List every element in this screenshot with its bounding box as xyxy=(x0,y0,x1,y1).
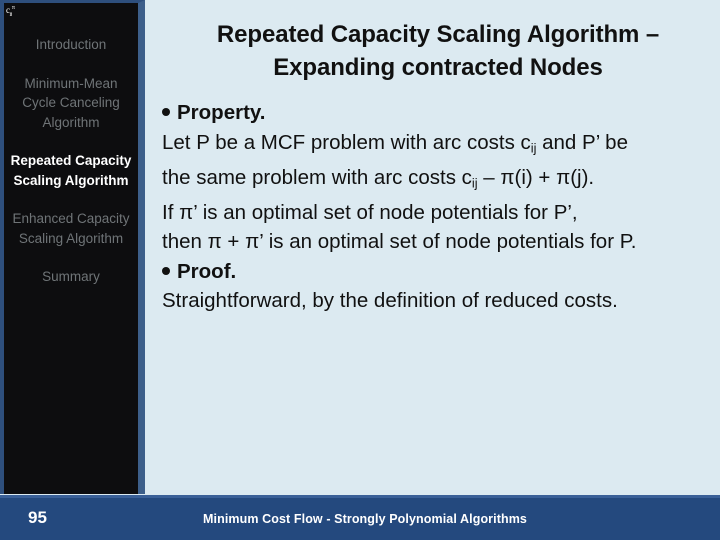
corner-mark-subscript: ij xyxy=(9,11,13,16)
page-title-line-1: Repeated Capacity Scaling Algorithm – xyxy=(216,21,660,48)
footer-bar: 95 Minimum Cost Flow - Strongly Polynomi… xyxy=(0,495,720,540)
proof-heading: Proof. xyxy=(162,257,714,287)
sidebar-item-repeated-capacity-scaling-algorithm[interactable]: Repeated Capacity Scaling Algorithm xyxy=(4,151,138,190)
corner-mark-superscript: π xyxy=(11,5,15,11)
bullet-icon xyxy=(162,108,170,117)
sidebar-nav: Introduction Minimum-Mean Cycle Cancelin… xyxy=(4,35,138,306)
proof-heading-label: Proof. xyxy=(177,259,237,283)
property-heading-label: Property. xyxy=(177,101,266,124)
sidebar-item-label: Minimum-Mean Cycle Canceling Algorithm xyxy=(22,75,120,130)
property-line-2-pre: the same problem with arc costs c xyxy=(162,165,472,189)
bullet-icon xyxy=(162,266,170,275)
slide-body: Property. Let P be a MCF problem with ar… xyxy=(162,98,714,316)
property-line-3: If π’ is an optimal set of node potentia… xyxy=(162,198,714,228)
sidebar-item-label: Enhanced Capacity Scaling Algorithm xyxy=(12,211,130,246)
sidebar-item-label: Introduction xyxy=(35,37,107,52)
footer-title: Minimum Cost Flow - Strongly Polynomial … xyxy=(203,512,527,526)
property-line-4: then π + π’ is an optimal set of node po… xyxy=(162,227,714,257)
sidebar: cijπ Introduction Minimum-Mean Cycle Can… xyxy=(0,0,145,494)
main-content: Repeated Capacity Scaling Algorithm – Ex… xyxy=(152,0,720,494)
slide-root: cijπ Introduction Minimum-Mean Cycle Can… xyxy=(0,0,720,540)
page-title-line-2: Expanding contracted Nodes xyxy=(273,54,603,81)
corner-notation-mark: cijπ xyxy=(6,3,40,16)
proof-line-1-pre: Straightforward, by the definition of re… xyxy=(162,289,618,313)
page-title: Repeated Capacity Scaling Algorithm – Ex… xyxy=(162,18,714,84)
property-line-2-post: – π(i) + π(j). xyxy=(477,165,595,189)
sidebar-item-enhanced-capacity-scaling-algorithm[interactable]: Enhanced Capacity Scaling Algorithm xyxy=(4,209,138,248)
sidebar-item-label: Summary xyxy=(42,269,100,284)
property-line-4-pre: then π + π’ is an optimal set of node po… xyxy=(162,230,637,254)
sidebar-item-summary[interactable]: Summary xyxy=(4,267,138,287)
property-line-3-pre: If π’ is an optimal set of node potentia… xyxy=(162,200,578,224)
property-line-1: Let P be a MCF problem with arc costs ci… xyxy=(162,128,714,163)
sidebar-item-minimum-mean-cycle-canceling-algorithm[interactable]: Minimum-Mean Cycle Canceling Algorithm xyxy=(4,74,138,133)
property-line-1-post: and P’ be xyxy=(536,130,628,154)
proof-line-1: Straightforward, by the definition of re… xyxy=(162,286,714,316)
property-line-2: the same problem with arc costs cij – π(… xyxy=(162,163,714,198)
property-line-1-pre: Let P be a MCF problem with arc costs c xyxy=(162,130,531,154)
property-heading: Property. xyxy=(162,98,714,128)
sidebar-item-label: Repeated Capacity Scaling Algorithm xyxy=(10,153,132,188)
sidebar-item-introduction[interactable]: Introduction xyxy=(4,35,138,55)
